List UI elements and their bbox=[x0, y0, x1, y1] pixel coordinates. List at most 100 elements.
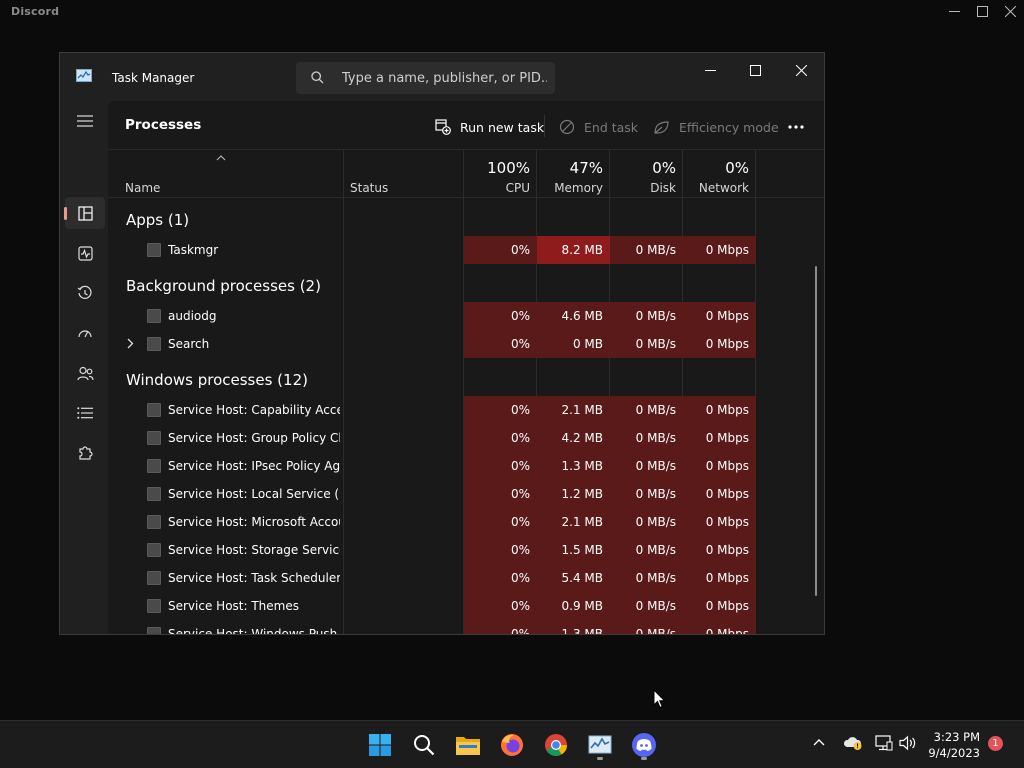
disk-cell: 0 MB/s bbox=[610, 508, 683, 536]
start-button[interactable] bbox=[364, 729, 396, 761]
system-clock[interactable]: 3:23 PM 9/4/2023 bbox=[918, 729, 980, 761]
group-apps[interactable]: Apps (1) bbox=[126, 211, 189, 229]
nav-users[interactable] bbox=[65, 357, 105, 389]
nav-details[interactable] bbox=[65, 397, 105, 429]
discord-button[interactable] bbox=[628, 729, 660, 761]
host-close-button[interactable] bbox=[1001, 3, 1019, 19]
taskbar-search-button[interactable] bbox=[408, 729, 440, 761]
group-windows[interactable]: Windows processes (12) bbox=[126, 371, 308, 389]
column-header: Name Status 100% CPU 47% Memory 0% Disk … bbox=[108, 149, 824, 199]
table-row[interactable]: Taskmgr 0% 8.2 MB 0 MB/s 0 Mbps bbox=[108, 236, 756, 264]
memory-cell: 0 MB bbox=[537, 330, 610, 358]
process-name: Service Host: Group Policy Cli... bbox=[168, 431, 340, 445]
disk-cell: 0 MB/s bbox=[610, 424, 683, 452]
chevron-right-icon[interactable] bbox=[126, 338, 134, 349]
process-icon bbox=[147, 543, 161, 557]
volume-icon[interactable] bbox=[899, 735, 917, 751]
title-bar: Task Manager bbox=[60, 53, 824, 101]
leaf-icon bbox=[654, 120, 669, 134]
table-row[interactable]: Service Host: Task Scheduler 0% 5.4 MB 0… bbox=[108, 564, 756, 592]
search-input[interactable] bbox=[342, 62, 547, 94]
column-name[interactable]: Name bbox=[125, 181, 160, 195]
close-button[interactable] bbox=[783, 58, 819, 82]
table-row[interactable]: Service Host: IPsec Policy Agent 0% 1.3 … bbox=[108, 452, 756, 480]
close-icon bbox=[795, 64, 807, 76]
end-task-icon bbox=[559, 119, 575, 135]
run-task-icon bbox=[435, 119, 451, 135]
process-icon bbox=[147, 627, 161, 634]
hamburger-menu-button[interactable] bbox=[65, 105, 105, 137]
network-cell: 0 Mbps bbox=[683, 536, 756, 564]
process-name: audiodg bbox=[168, 309, 217, 323]
efficiency-mode-button[interactable]: Efficiency mode bbox=[653, 112, 779, 142]
disk-cell: 0 MB/s bbox=[610, 620, 683, 634]
nav-processes[interactable] bbox=[64, 197, 105, 229]
table-row[interactable]: Service Host: Group Policy Cli... 0% 4.2… bbox=[108, 424, 756, 452]
taskbar: 3:23 PM 9/4/2023 bbox=[0, 720, 1024, 768]
sort-ascending-icon[interactable] bbox=[216, 155, 226, 161]
page-title: Processes bbox=[125, 117, 202, 133]
maximize-button[interactable] bbox=[737, 58, 773, 82]
run-new-task-button[interactable]: Run new task bbox=[435, 112, 544, 142]
host-minimize-button[interactable] bbox=[945, 3, 963, 19]
host-maximize-button[interactable] bbox=[973, 3, 991, 19]
process-icon bbox=[147, 515, 161, 529]
nav-performance[interactable] bbox=[65, 237, 105, 269]
column-disk[interactable]: 0% Disk bbox=[610, 150, 683, 199]
network-icon[interactable] bbox=[875, 735, 893, 751]
notification-badge[interactable]: 1 bbox=[988, 736, 1003, 751]
network-label: Network bbox=[698, 181, 749, 195]
users-icon bbox=[76, 366, 94, 380]
process-name: Service Host: Themes bbox=[168, 599, 299, 613]
process-list: Apps (1) Taskmgr 0% 8.2 MB 0 MB/s 0 Mbps… bbox=[108, 198, 824, 634]
cpu-cell: 0% bbox=[464, 480, 537, 508]
group-background[interactable]: Background processes (2) bbox=[126, 277, 321, 295]
table-row[interactable]: Service Host: Themes 0% 0.9 MB 0 MB/s 0 … bbox=[108, 592, 756, 620]
column-memory[interactable]: 47% Memory bbox=[537, 150, 610, 199]
desktop: Discord Task Manager Type a name, publis… bbox=[0, 0, 1024, 720]
more-options-button[interactable] bbox=[788, 112, 813, 142]
chevron-up-icon[interactable] bbox=[813, 738, 825, 746]
column-network[interactable]: 0% Network bbox=[683, 150, 756, 199]
firefox-button[interactable] bbox=[496, 729, 528, 761]
chrome-button[interactable] bbox=[540, 729, 572, 761]
minimize-icon bbox=[948, 10, 960, 12]
vertical-scrollbar[interactable] bbox=[815, 266, 817, 596]
folder-icon bbox=[456, 737, 480, 755]
network-total: 0% bbox=[725, 159, 749, 177]
process-icon bbox=[147, 243, 161, 257]
memory-cell: 0.9 MB bbox=[537, 592, 610, 620]
table-row[interactable]: audiodg 0% 4.6 MB 0 MB/s 0 Mbps bbox=[108, 302, 756, 330]
table-row[interactable]: Service Host: Microsoft Accou... 0% 2.1 … bbox=[108, 508, 756, 536]
table-row[interactable]: Service Host: Local Service (N... 0% 1.2… bbox=[108, 480, 756, 508]
table-row[interactable]: Service Host: Storage Service 0% 1.5 MB … bbox=[108, 536, 756, 564]
close-icon bbox=[1004, 5, 1016, 17]
table-row[interactable]: Service Host: Windows Push... 0% 1.3 MB … bbox=[108, 620, 756, 634]
column-status[interactable]: Status bbox=[350, 181, 388, 195]
nav-startup-apps[interactable] bbox=[65, 317, 105, 349]
details-list-icon bbox=[77, 407, 93, 419]
file-explorer-button[interactable] bbox=[452, 729, 484, 761]
search-icon bbox=[311, 71, 324, 84]
network-cell: 0 Mbps bbox=[683, 236, 756, 264]
table-row[interactable]: Search 0% 0 MB 0 MB/s 0 Mbps bbox=[108, 330, 756, 358]
onedrive-warning-icon[interactable] bbox=[843, 735, 863, 751]
memory-cell: 1.3 MB bbox=[537, 452, 610, 480]
network-cell: 0 Mbps bbox=[683, 508, 756, 536]
nav-services[interactable] bbox=[65, 437, 105, 469]
toolbar-separator bbox=[544, 115, 545, 137]
network-cell: 0 Mbps bbox=[683, 396, 756, 424]
minimize-button[interactable] bbox=[692, 58, 728, 82]
end-task-button[interactable]: End task bbox=[559, 112, 638, 142]
search-box[interactable] bbox=[296, 62, 555, 94]
memory-total: 47% bbox=[569, 159, 603, 177]
task-manager-taskbar-button[interactable] bbox=[584, 729, 616, 761]
table-row[interactable]: Service Host: Capability Acces... 0% 2.1… bbox=[108, 396, 756, 424]
column-cpu[interactable]: 100% CPU bbox=[464, 150, 537, 199]
processes-icon bbox=[77, 205, 93, 221]
process-name: Taskmgr bbox=[168, 243, 219, 257]
network-cell: 0 Mbps bbox=[683, 480, 756, 508]
nav-app-history[interactable] bbox=[65, 277, 105, 309]
history-icon bbox=[77, 285, 92, 299]
process-name: Service Host: Local Service (N... bbox=[168, 487, 340, 501]
